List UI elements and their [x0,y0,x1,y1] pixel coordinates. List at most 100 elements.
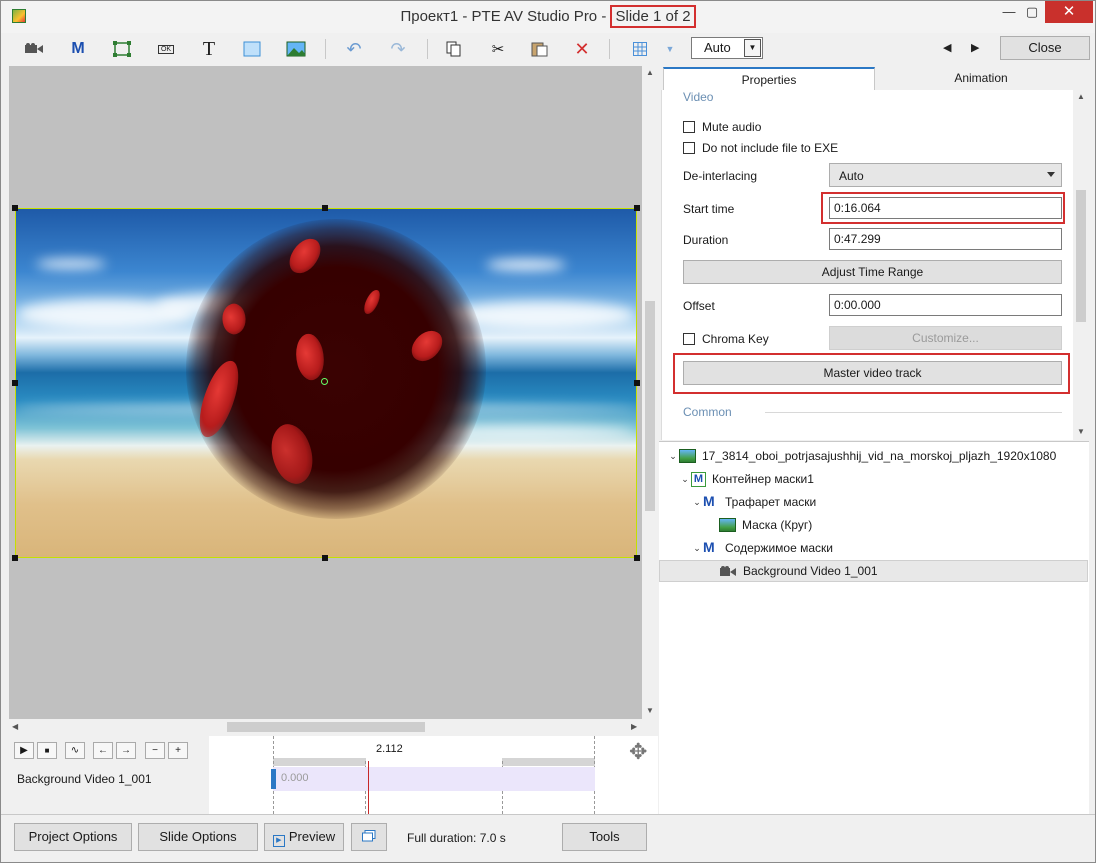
scroll-up-icon[interactable]: ▲ [646,68,654,77]
resize-handle[interactable] [322,205,328,211]
next-slide-button[interactable]: ▶ [971,41,979,54]
toolbar: M OK T ↶ ↷ ✂ ✕ ▼ Auto ▼ ◀ ▶ Close [9,33,1090,65]
chroma-key-row[interactable]: Chroma Key [683,332,769,346]
tree-item-label: 17_3814_oboi_potrjasajushhij_vid_na_mors… [702,449,1057,463]
resize-handle[interactable] [634,205,640,211]
customize-button[interactable]: Customize... [829,326,1062,350]
section-common: Common [683,405,732,419]
button-ok-icon[interactable]: OK [153,37,179,61]
tree-item-label: Содержимое маски [725,541,833,555]
video-camera-icon [720,565,737,577]
delete-icon[interactable]: ✕ [569,37,595,61]
canvas-vertical-scrollbar[interactable]: ▲ ▼ [642,66,658,719]
no-exe-row[interactable]: Do not include file to EXE [683,141,838,155]
video-clip[interactable] [273,767,595,791]
chevron-down-icon[interactable]: ⌄ [667,451,679,462]
redo-icon[interactable]: ↷ [385,37,411,61]
tools-button[interactable]: Tools [562,823,647,851]
mute-audio-checkbox[interactable] [683,121,695,133]
scroll-up-icon[interactable]: ▲ [1077,92,1085,101]
tab-properties[interactable]: Properties [663,67,875,91]
scroll-down-icon[interactable]: ▼ [646,706,654,715]
tab-animation[interactable]: Animation [875,67,1087,91]
copy-icon[interactable] [441,37,467,61]
properties-panel: Video Mute audio Do not include file to … [661,90,1073,440]
window-close-button[interactable]: ✕ [1045,1,1093,23]
zoom-out-icon[interactable]: − [145,742,165,759]
slide-options-button[interactable]: Slide Options [138,823,258,851]
tree-item-mask-container[interactable]: ⌄ M Контейнер маски1 [679,468,814,490]
close-button[interactable]: Close [1000,36,1090,60]
preview-button[interactable]: ▶ Preview [264,823,344,851]
paste-icon[interactable] [527,37,553,61]
scroll-right-icon[interactable]: ▶ [631,722,637,731]
zoom-value: Auto [704,40,731,55]
tree-item-mask-stencil[interactable]: ⌄ M Трафарет маски [691,491,816,513]
chevron-down-icon[interactable]: ⌄ [679,474,691,485]
undo-icon[interactable]: ↶ [341,37,367,61]
tree-item-background-image[interactable]: ⌄ 17_3814_oboi_potrjasajushhij_vid_na_mo… [667,445,1056,467]
text-t-icon[interactable]: T [196,37,222,61]
grid-dropdown-icon[interactable]: ▼ [657,37,683,61]
chevron-down-icon[interactable]: ▼ [744,39,761,57]
arrow-left-icon[interactable]: ← [93,742,113,759]
video-camera-icon[interactable] [21,37,47,61]
resize-handle[interactable] [12,205,18,211]
tree-item-mask-circle[interactable]: Маска (Круг) [719,514,812,536]
waveform-icon[interactable]: ∿ [65,742,85,759]
properties-scrollbar[interactable]: ▲ ▼ [1073,90,1089,440]
play-icon[interactable]: ▶ [14,742,34,759]
track-label: Background Video 1_001 [17,772,152,786]
resize-handle[interactable] [12,555,18,561]
center-point-handle[interactable] [321,378,328,385]
rectangle-icon[interactable] [239,37,265,61]
frame-icon[interactable] [109,37,135,61]
tree-item-mask-content[interactable]: ⌄ M Содержимое маски [691,537,833,559]
project-options-button[interactable]: Project Options [14,823,132,851]
resize-handle[interactable] [634,555,640,561]
arrow-right-icon[interactable]: → [116,742,136,759]
timeline-segment [273,758,366,766]
duration-field[interactable]: 0:47.299 [829,228,1062,250]
clip-start-handle[interactable] [271,769,276,789]
adjust-time-range-button[interactable]: Adjust Time Range [683,260,1062,284]
clip-value: 0.000 [281,772,309,784]
image-icon[interactable] [283,37,309,61]
toolbar-separator [427,39,428,59]
scroll-down-icon[interactable]: ▼ [1077,427,1085,436]
resize-handle[interactable] [12,380,18,386]
mask-container-icon: M [691,471,706,487]
deinterlacing-value: Auto [839,169,864,183]
resize-handle[interactable] [634,380,640,386]
tree-item-label: Контейнер маски1 [712,472,814,486]
move-icon[interactable]: ✥ [629,739,647,765]
slides-list-button[interactable] [351,823,387,851]
deinterlacing-label: De-interlacing [683,169,758,183]
chevron-down-icon[interactable]: ⌄ [691,543,703,554]
grid-icon[interactable] [627,37,653,61]
tree-item-background-video[interactable]: Background Video 1_001 [659,560,1088,582]
no-exe-checkbox[interactable] [683,142,695,154]
offset-field[interactable]: 0:00.000 [829,294,1062,316]
zoom-select[interactable]: Auto ▼ [691,37,763,59]
mute-audio-row[interactable]: Mute audio [683,120,761,134]
resize-handle[interactable] [322,555,328,561]
maximize-button[interactable]: ▢ [1017,1,1047,23]
prev-slide-button[interactable]: ◀ [943,41,951,54]
scroll-thumb[interactable] [227,722,425,732]
mask-m-icon[interactable]: M [65,37,91,61]
scroll-left-icon[interactable]: ◀ [12,722,18,731]
scroll-thumb[interactable] [645,301,655,511]
stop-icon[interactable]: ■ [37,742,57,759]
chevron-down-icon[interactable]: ⌄ [691,497,703,508]
object-tree: ⌄ 17_3814_oboi_potrjasajushhij_vid_na_mo… [659,441,1089,814]
canvas-horizontal-scrollbar[interactable]: ◀ ▶ [9,719,642,735]
chroma-key-checkbox[interactable] [683,333,695,345]
cut-icon[interactable]: ✂ [485,37,511,61]
app-window: Проект1 - PTE AV Studio Pro - Slide 1 of… [0,0,1096,863]
deinterlacing-select[interactable]: Auto [829,163,1062,187]
chevron-down-icon [1047,172,1055,177]
zoom-in-icon[interactable]: + [168,742,188,759]
scroll-thumb[interactable] [1076,190,1086,322]
playhead[interactable] [368,761,369,814]
